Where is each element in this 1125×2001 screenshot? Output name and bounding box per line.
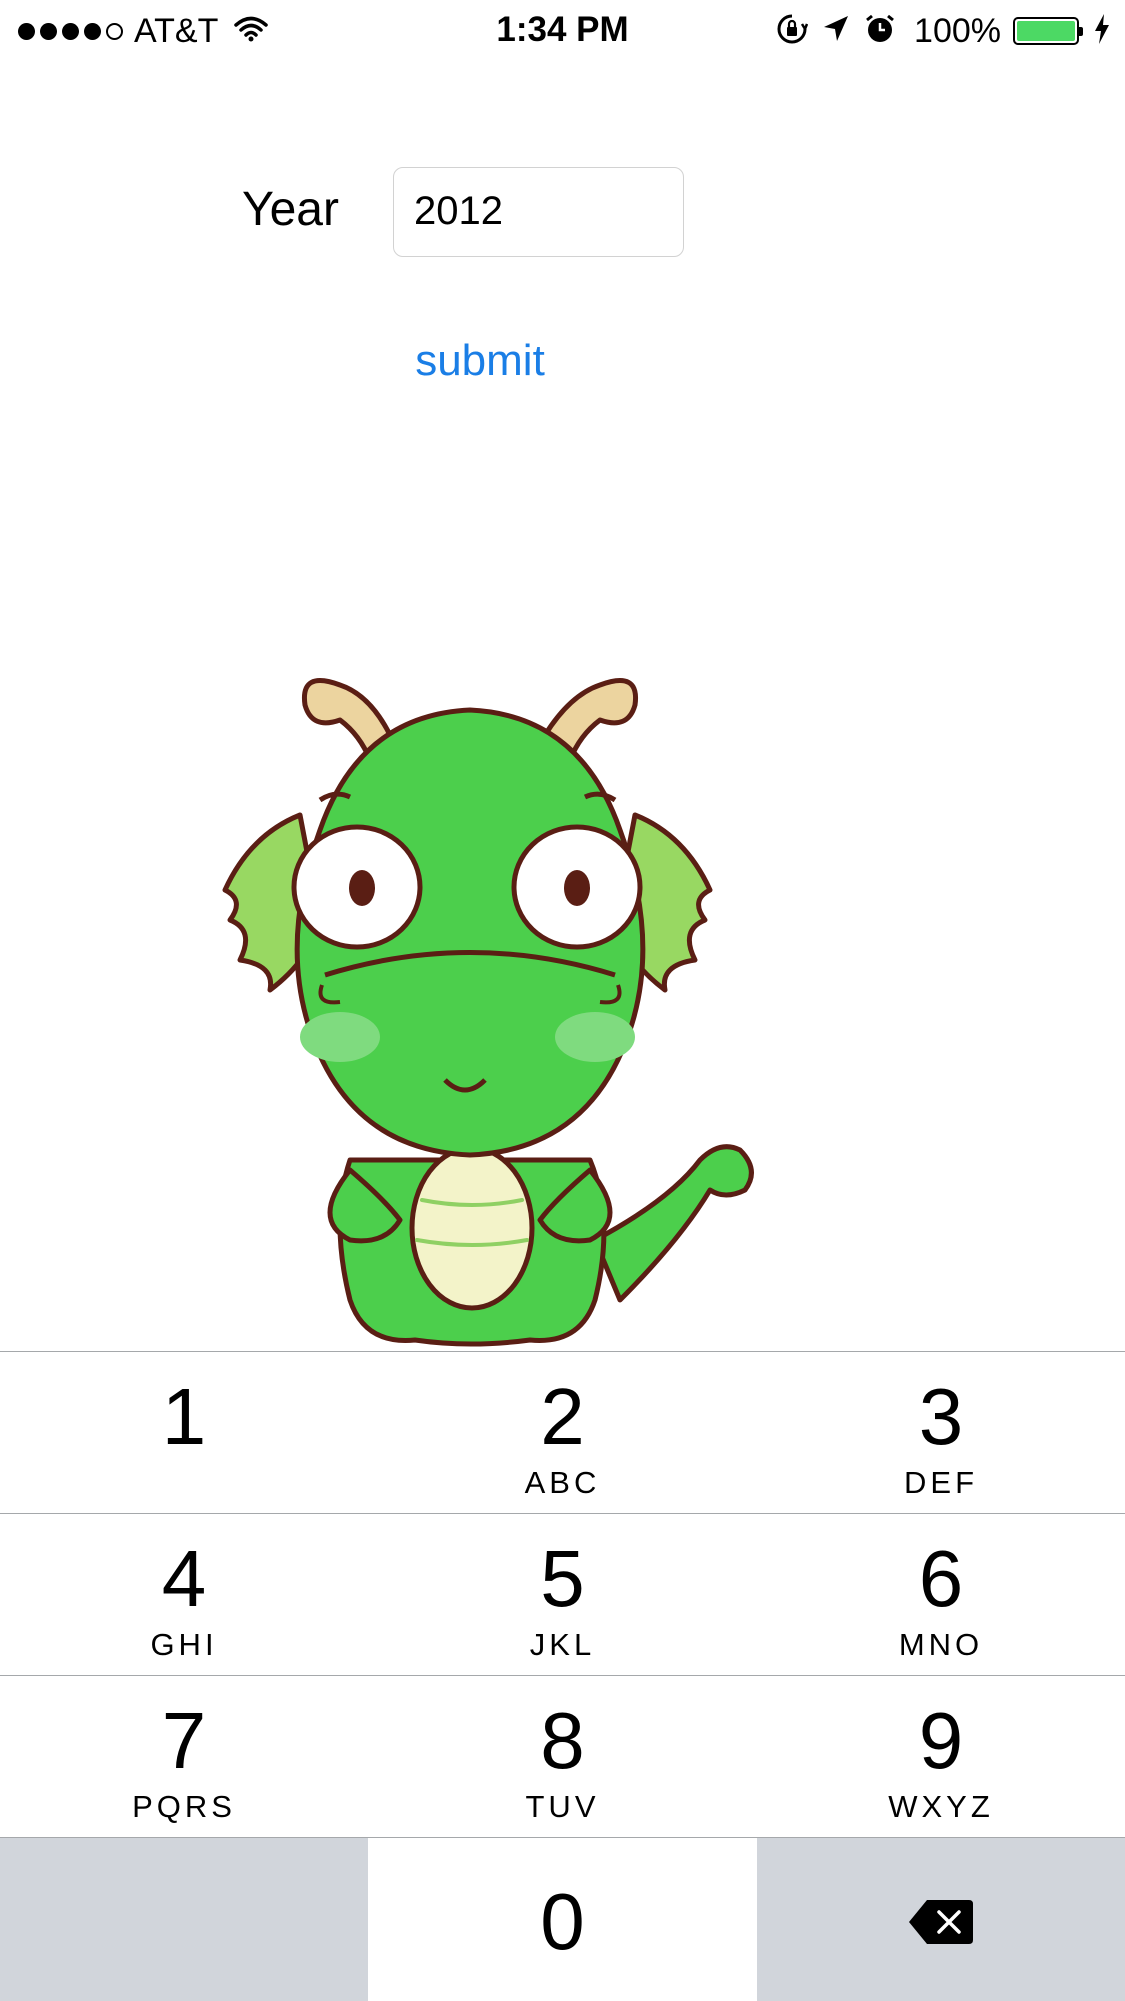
key-letters: PQRS	[132, 1789, 236, 1824]
key-2[interactable]: 2 ABC	[368, 1351, 757, 1513]
key-number: 9	[918, 1696, 964, 1785]
key-letters: DEF	[904, 1465, 978, 1500]
key-number: 2	[540, 1372, 585, 1461]
key-8[interactable]: 8 TUV	[368, 1675, 757, 1837]
numeric-keypad: 1 2 ABC 3 DEF 4 GHI 5 JKL 6 MNO 7 PQRS 8…	[0, 1351, 1125, 2001]
key-number: 6	[918, 1534, 964, 1623]
key-1[interactable]: 1	[0, 1351, 368, 1513]
delete-key[interactable]	[757, 1837, 1125, 2001]
key-7[interactable]: 7 PQRS	[0, 1675, 368, 1837]
orientation-lock-icon	[776, 13, 809, 50]
alarm-clock-icon	[864, 13, 896, 50]
key-number: 4	[161, 1534, 207, 1623]
key-9[interactable]: 9 WXYZ	[757, 1675, 1125, 1837]
key-letters: JKL	[529, 1627, 596, 1662]
key-5[interactable]: 5 JKL	[368, 1513, 757, 1675]
key-number: 3	[918, 1372, 964, 1461]
key-number: 5	[540, 1534, 585, 1623]
key-number: 7	[161, 1696, 207, 1785]
dragon-image	[200, 600, 760, 1352]
key-letters: GHI	[150, 1627, 218, 1662]
key-letters: MNO	[898, 1627, 984, 1662]
key-4[interactable]: 4 GHI	[0, 1513, 368, 1675]
charging-bolt-icon	[1093, 13, 1111, 50]
status-bar: AT&T 1:34 PM 100%	[0, 0, 1125, 62]
key-letters: ABC	[524, 1465, 601, 1500]
year-label: Year	[242, 183, 339, 236]
backspace-icon	[757, 1898, 1125, 1951]
key-blank	[0, 1837, 368, 2001]
submit-button[interactable]: submit	[390, 333, 570, 389]
key-letters: WXYZ	[888, 1789, 994, 1824]
key-letters: TUV	[525, 1789, 600, 1824]
key-0[interactable]: 0	[368, 1837, 757, 2001]
key-number: 1	[161, 1372, 207, 1461]
status-bar-right: 100%	[762, 10, 1111, 52]
location-arrow-icon	[822, 14, 850, 49]
battery-icon	[1013, 17, 1083, 45]
key-number: 8	[540, 1696, 585, 1785]
key-6[interactable]: 6 MNO	[757, 1513, 1125, 1675]
key-number: 0	[540, 1877, 585, 1966]
key-3[interactable]: 3 DEF	[757, 1351, 1125, 1513]
year-input[interactable]: 2012	[393, 167, 684, 257]
battery-percent: 100%	[914, 11, 1001, 50]
